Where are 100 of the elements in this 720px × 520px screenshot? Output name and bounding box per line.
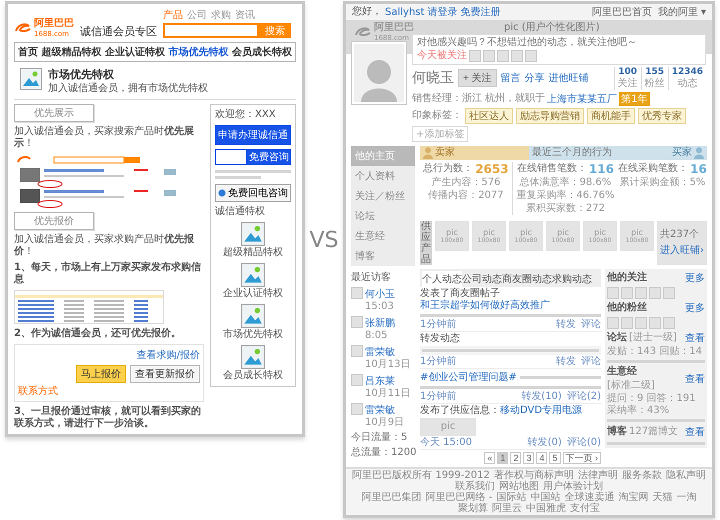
- login-link[interactable]: 请登录: [427, 5, 458, 19]
- profile-action-link[interactable]: 分享: [524, 71, 545, 86]
- stat-value: 2653: [475, 162, 509, 176]
- page-button[interactable]: «: [484, 452, 496, 464]
- nav-item[interactable]: 关注／粉丝: [351, 186, 415, 206]
- search-button[interactable]: 搜索: [259, 23, 291, 38]
- avatar-placeholder: [511, 50, 523, 62]
- top-link[interactable]: 阿里巴巴首页: [592, 5, 652, 19]
- feed-tab[interactable]: 求购动态: [552, 271, 592, 288]
- footer-link[interactable]: 阿里巴巴版权所有 1999-2012: [352, 470, 490, 482]
- post-action-link[interactable]: 转发: [556, 319, 576, 330]
- more-link[interactable]: 查看: [685, 425, 705, 440]
- apply-button[interactable]: 申请办理诚信通: [215, 125, 291, 146]
- post-action-link[interactable]: 转发(0): [528, 437, 562, 448]
- phone-field[interactable]: [215, 149, 247, 166]
- topic-link[interactable]: #创业公司管理问题#: [420, 370, 517, 384]
- footer-link[interactable]: 天猫: [652, 492, 672, 504]
- visitor-link[interactable]: 何小玉: [365, 286, 395, 301]
- quote-button[interactable]: 查看更新报价: [130, 365, 200, 384]
- user-link[interactable]: Sallyhst: [385, 6, 424, 18]
- nav-item[interactable]: 首页: [18, 45, 38, 59]
- nav-item[interactable]: 超级精品特权: [42, 45, 102, 59]
- rank-label: [标准二级]: [607, 380, 655, 392]
- more-link[interactable]: 更多: [685, 301, 705, 316]
- more-link[interactable]: 更多: [685, 271, 705, 286]
- search-field[interactable]: [163, 23, 259, 38]
- post-action-link[interactable]: 评论: [581, 319, 601, 330]
- tag[interactable]: 商机能手: [587, 108, 635, 124]
- footer-link[interactable]: 服务条款: [622, 470, 662, 482]
- page-button[interactable]: 1: [497, 452, 508, 464]
- add-tag-link[interactable]: +添加标签: [412, 126, 468, 142]
- search-tab[interactable]: 公司: [187, 8, 207, 22]
- footer-link[interactable]: 阿里云: [492, 503, 522, 514]
- register-link[interactable]: 免费注册: [460, 5, 500, 19]
- company-link[interactable]: 上海市某某五厂: [547, 92, 618, 106]
- visitor-link[interactable]: 雷荣敏: [365, 402, 404, 417]
- footer-link[interactable]: 隐私声明: [666, 470, 706, 482]
- footer-link[interactable]: 法律声明: [578, 470, 618, 482]
- visitor-link[interactable]: 张新鹏: [365, 316, 395, 330]
- footer-link[interactable]: 支付宝: [570, 503, 600, 514]
- image-icon: [241, 263, 265, 288]
- page-button[interactable]: 下一页 ›: [562, 452, 601, 464]
- post-action-link[interactable]: 评论(0): [566, 437, 601, 448]
- footer-link[interactable]: 中国站: [530, 492, 560, 504]
- post-link[interactable]: 和王宗超学如何做好高效推广: [420, 300, 550, 312]
- footer-link[interactable]: 阿里巴巴网络 -: [426, 492, 492, 504]
- page-button[interactable]: 2: [510, 452, 522, 464]
- search-tab[interactable]: 资讯: [235, 8, 255, 22]
- more-link[interactable]: 查看: [685, 331, 705, 346]
- stat-text: 累积买家数：272: [526, 203, 605, 216]
- footer-link[interactable]: 著作权与商标声明: [494, 470, 574, 482]
- nav-item[interactable]: 生意经: [351, 226, 415, 246]
- post-action-link[interactable]: 转发: [556, 356, 576, 368]
- search-tab[interactable]: 求购: [211, 8, 231, 22]
- quote-button[interactable]: 马上报价: [76, 365, 126, 384]
- profile-action-link[interactable]: 留言: [500, 71, 521, 86]
- footer-link[interactable]: 国际站: [496, 492, 526, 504]
- privileges-title: 诚信通特权: [215, 206, 266, 218]
- footer-link[interactable]: 淘宝网: [618, 492, 648, 504]
- tag[interactable]: 优秀专家: [638, 108, 686, 124]
- post-action-link[interactable]: 评论: [581, 356, 601, 368]
- search-tab[interactable]: 产品: [163, 8, 183, 22]
- post-action-link[interactable]: 评论(2): [566, 391, 601, 402]
- footer-link[interactable]: 阿里巴巴集团: [362, 492, 422, 504]
- footer-link[interactable]: 全球速卖通: [564, 492, 614, 504]
- nav-item[interactable]: 论坛: [351, 206, 415, 226]
- post-link[interactable]: 移动DVD专用电源: [500, 405, 582, 416]
- page-button[interactable]: 3: [523, 452, 534, 464]
- feed-tab[interactable]: 商友圈动态: [502, 271, 552, 288]
- callback-button[interactable]: 免费回电咨询: [215, 184, 291, 202]
- section-subtitle: 加入诚信通会员，拥有市场优先特权: [48, 83, 208, 96]
- tags-label: 印象标签：: [412, 110, 462, 122]
- feed-tab[interactable]: 个人动态: [422, 271, 462, 288]
- more-link[interactable]: 查看: [685, 372, 705, 386]
- visitor-link[interactable]: 吕东莱: [365, 374, 410, 388]
- shop-link[interactable]: 进入旺铺›: [660, 243, 704, 258]
- consult-button[interactable]: 免费咨询: [247, 149, 291, 166]
- nav-item[interactable]: 个人资料: [351, 166, 415, 186]
- tag[interactable]: 社区达人: [465, 108, 513, 124]
- page-button[interactable]: 4: [536, 452, 548, 464]
- footer-link[interactable]: 聚划算: [458, 503, 488, 514]
- footer-link[interactable]: 用户体验计划: [543, 481, 603, 492]
- footer-link[interactable]: 中国雅虎: [526, 503, 566, 514]
- feed-tab[interactable]: 公司动态: [462, 271, 502, 288]
- footer-link[interactable]: 联系我们: [455, 481, 495, 492]
- post-action-link[interactable]: 转发(10): [521, 391, 562, 402]
- footer-link[interactable]: 网站地图: [499, 481, 539, 492]
- tag[interactable]: 励志导购营销: [516, 108, 584, 124]
- products-label: 供应产品: [420, 221, 432, 266]
- footer-link[interactable]: 一淘: [676, 492, 696, 504]
- page-button[interactable]: 5: [549, 452, 560, 464]
- visitor-link[interactable]: 雷荣敏: [365, 344, 410, 359]
- quote-link[interactable]: 查看求购/报价: [136, 348, 200, 362]
- nav-item[interactable]: 会员成长特权: [232, 45, 292, 59]
- top-link[interactable]: 我的阿里 ▾: [658, 5, 706, 19]
- profile-action-link[interactable]: 进他旺铺: [548, 71, 589, 86]
- nav-item[interactable]: 市场优先特权: [168, 45, 228, 59]
- nav-item[interactable]: 企业认证特权: [105, 45, 165, 59]
- nav-item[interactable]: 博客: [351, 246, 415, 266]
- follow-button[interactable]: + 关注: [458, 69, 497, 88]
